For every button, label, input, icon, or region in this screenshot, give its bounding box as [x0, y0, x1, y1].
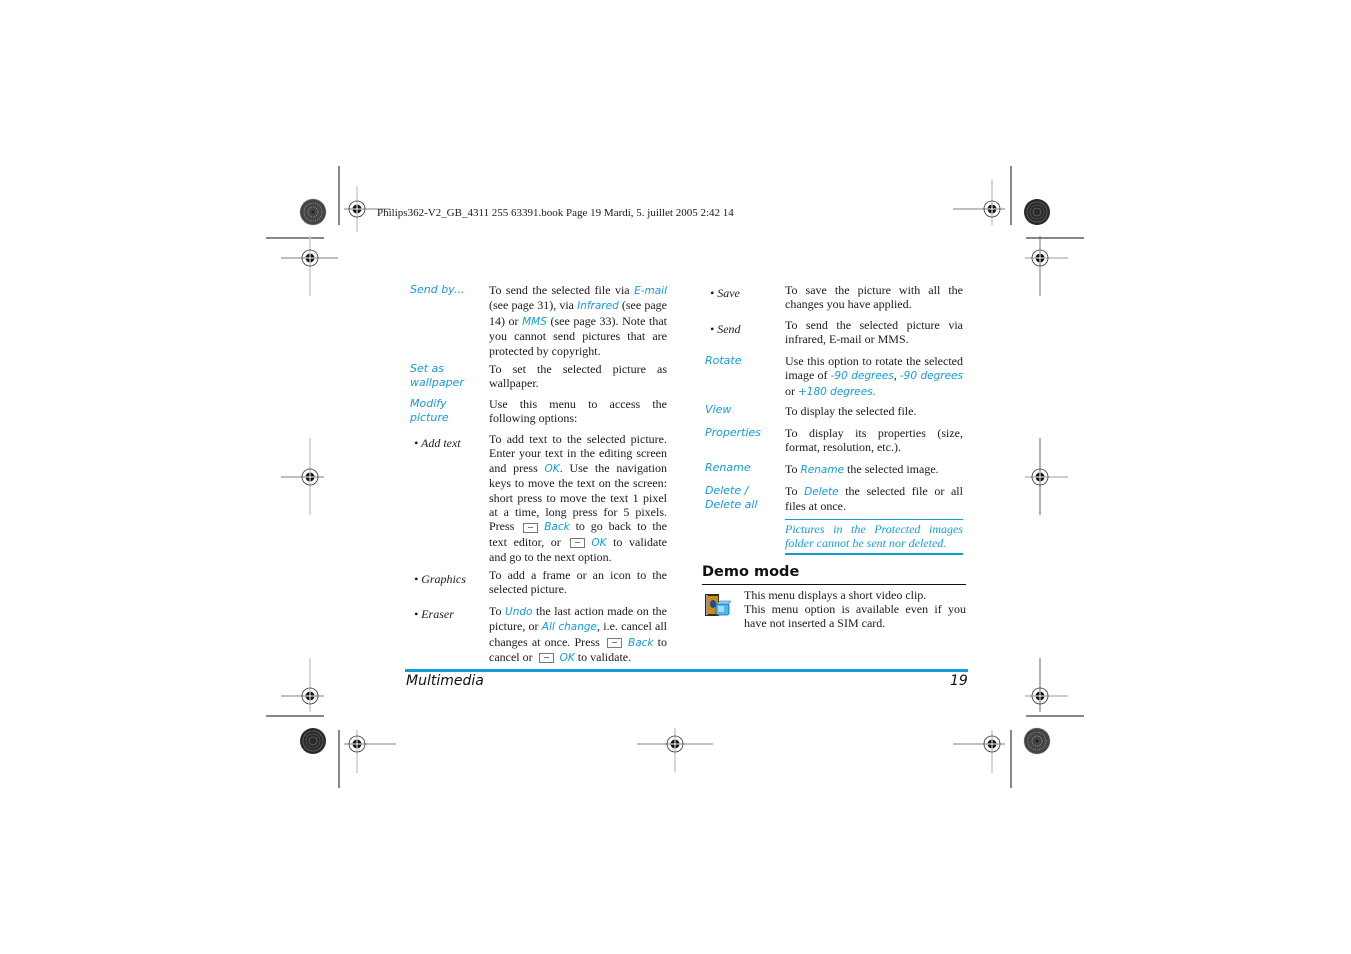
crop-mark-top-left: [266, 166, 390, 296]
demo-mode-rule: [702, 584, 966, 585]
video-clip-icon: [705, 594, 732, 616]
menu-reference: Infrared: [577, 300, 619, 313]
text-segment: To: [785, 462, 801, 476]
term-line: Modify: [410, 397, 447, 410]
text-segment: (see page 31), via: [489, 298, 578, 313]
demo-mode-line2: This menu option is available even if yo…: [744, 602, 966, 631]
crop-mark-bottom-right: [953, 658, 1084, 788]
term-modify-picture: Modify picture: [410, 397, 449, 425]
desc-rename: To Rename the selected image.: [785, 462, 963, 477]
desc-set-as-wallpaper: To set the selected picture as wallpaper…: [489, 362, 667, 391]
term-add-text: • Add text: [414, 436, 461, 450]
menu-reference: MMS: [522, 315, 547, 328]
demo-mode-heading: Demo mode: [702, 564, 800, 580]
right-softkey-key-icon: [538, 653, 554, 664]
footer-rule: [405, 669, 968, 672]
desc-eraser: To Undo the last action made on the pict…: [489, 604, 667, 666]
crop-mark-top-right: [953, 166, 1084, 296]
right-softkey-key-icon: [570, 538, 586, 549]
desc-view: To display the selected file.: [785, 404, 917, 418]
menu-reference: OK: [559, 652, 575, 665]
text-segment: or: [785, 383, 798, 398]
term-line: Delete /: [705, 484, 749, 497]
footer-section-name: Multimedia: [406, 673, 484, 689]
term-rename: Rename: [705, 461, 751, 474]
term-line: Set as: [410, 362, 445, 375]
menu-reference: Rename: [800, 464, 845, 476]
demo-mode-line1: This menu displays a short video clip.: [744, 588, 927, 602]
desc-save: To save the picture with all the changes…: [785, 283, 963, 312]
printer-marks: [266, 166, 1084, 788]
desc-rotate: Use this option to rotate the selected i…: [785, 354, 963, 399]
menu-reference: Delete: [804, 486, 839, 498]
menu-reference: All change: [541, 621, 598, 634]
text-segment: to validate.: [574, 650, 632, 665]
footer-page-number: 19: [950, 673, 968, 689]
menu-reference: OK: [544, 462, 560, 475]
desc-add-text: To add text to the selected picture. Ent…: [489, 432, 667, 565]
desc-properties: To display its properties (size, format,…: [785, 426, 963, 455]
menu-reference: -90 degrees: [830, 370, 894, 383]
print-info-header: Philips362-V2_GB_4311 255 63391.book Pag…: [377, 207, 734, 219]
registration-mark-mid-right: [1025, 438, 1068, 515]
menu-reference: Back: [627, 636, 654, 649]
menu-reference: OK: [591, 536, 607, 549]
left-softkey-key-icon: [606, 638, 622, 649]
term-eraser: • Eraser: [414, 607, 454, 621]
menu-reference: E-mail: [634, 285, 667, 297]
term-line: Delete all: [705, 498, 758, 511]
term-set-as-wallpaper: Set as wallpaper: [410, 362, 464, 390]
term-graphics: • Graphics: [414, 572, 466, 586]
registration-mark-bottom-center: [637, 728, 713, 772]
protected-images-note: Pictures in the Protected images folder …: [785, 519, 963, 555]
desc-graphics: To add a frame or an icon to the selecte…: [489, 568, 667, 597]
term-send: • Send: [710, 322, 741, 336]
menu-reference: -90 degrees: [899, 370, 963, 383]
text-segment: the selected image.: [844, 462, 939, 476]
menu-reference: Undo: [505, 606, 533, 618]
menu-reference: Back: [544, 521, 570, 534]
text-segment: To send the selected file via: [489, 283, 635, 297]
menu-reference: +180 degrees.: [798, 385, 877, 398]
desc-delete: To Delete the selected file or all files…: [785, 484, 963, 514]
term-send-by: Send by...: [410, 283, 465, 296]
desc-send: To send the selected picture via infrare…: [785, 318, 963, 347]
term-rotate: Rotate: [705, 354, 742, 367]
term-save: • Save: [710, 286, 740, 300]
term-line: wallpaper: [410, 376, 464, 389]
crop-mark-bottom-left: [266, 658, 396, 788]
term-line: picture: [410, 411, 449, 424]
term-properties: Properties: [705, 426, 762, 439]
text-segment: To: [489, 604, 506, 618]
text-segment: To: [785, 484, 805, 498]
desc-modify-picture: Use this menu to access the following op…: [489, 397, 667, 426]
desc-send-by: To send the selected file via E-mail (se…: [489, 283, 667, 358]
left-softkey-key-icon: [523, 522, 539, 533]
term-view: View: [705, 403, 732, 416]
registration-mark-mid-left: [281, 438, 324, 515]
term-delete: Delete / Delete all: [705, 484, 758, 512]
